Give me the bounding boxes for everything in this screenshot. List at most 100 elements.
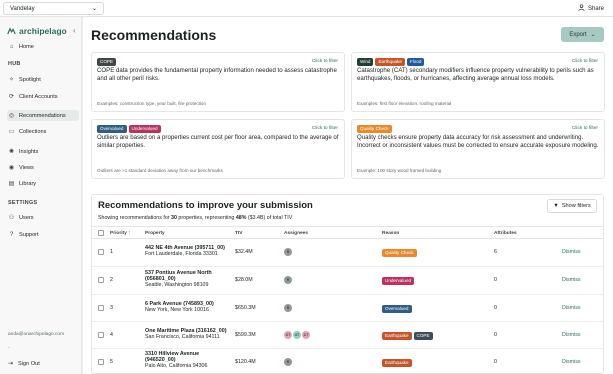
table-header: Priority ↑ Property TIV Assignees Reason… — [92, 226, 603, 239]
sort-arrow-icon: ↑ — [128, 231, 131, 236]
property-address: Palo Alto, California 94306 — [145, 363, 208, 369]
select-all-checkbox[interactable] — [98, 230, 104, 236]
show-filters-button[interactable]: ▼ Show filters — [547, 199, 597, 213]
property-address: Seattle, Washington 98109 — [145, 282, 209, 288]
property-address: New York, New York 10016 — [145, 307, 209, 313]
share-label: Share — [587, 5, 604, 12]
click-to-filter-link[interactable]: Click to filter — [572, 59, 598, 64]
table-row[interactable]: 2 537 Pontius Avenue North (056801_00) S… — [92, 267, 603, 295]
row-assignees[interactable]: R — [284, 304, 293, 312]
row-priority: 3 — [110, 305, 113, 311]
filter-icon: ▼ — [553, 203, 559, 209]
sidebar-item-spotlight[interactable]: ✧ Spotlight — [7, 74, 79, 85]
collapse-sidebar-icon[interactable]: ‹ — [73, 26, 76, 35]
click-to-filter-link[interactable]: Click to filter — [312, 59, 338, 64]
reason-tag-earthquake: Earthquake — [382, 359, 412, 367]
avatar: R — [284, 304, 292, 312]
column-property: Property — [145, 231, 165, 236]
row-checkbox[interactable] — [98, 277, 104, 283]
sidebar-item-support[interactable]: ? Support — [7, 229, 79, 240]
reason-tag-cope: COPE — [413, 332, 433, 340]
category-card-outliers[interactable]: Overvalued Undervalued Click to filter O… — [91, 119, 345, 179]
row-checkbox[interactable] — [98, 305, 104, 311]
property-name: 537 Pontius Avenue North (056801_00) — [145, 270, 212, 282]
row-tiv: $32.4M — [235, 249, 253, 255]
tag-flood: Flood — [406, 58, 425, 66]
card-description: Catastrophe (CAT) secondary modifiers in… — [357, 67, 594, 82]
row-checkbox[interactable] — [98, 359, 104, 365]
row-reasons: Earthquake COPE — [382, 332, 433, 340]
dismiss-button[interactable]: Dismiss — [562, 277, 581, 283]
logo-text: archipelago — [19, 26, 67, 36]
sidebar-item-library[interactable]: ▤ Library — [7, 178, 79, 189]
sidebar-item-home[interactable]: ⌂ Home — [7, 41, 79, 52]
dismiss-button[interactable]: Dismiss — [562, 359, 581, 365]
views-icon: ◉ — [8, 165, 15, 171]
share-button[interactable]: Share — [578, 4, 604, 13]
category-card-cope[interactable]: COPE Click to filter COPE data provides … — [91, 52, 345, 112]
collections-icon: ▭ — [8, 129, 15, 135]
dismiss-button[interactable]: Dismiss — [562, 332, 581, 338]
sidebar-item-label: Users — [19, 214, 34, 221]
reason-tag-undervalued: Undervalued — [382, 277, 415, 285]
sidebar-item-insights[interactable]: ✺ Insights — [7, 146, 79, 157]
row-priority: 1 — [110, 249, 113, 255]
share-user-icon — [578, 4, 585, 13]
workspace-select-value: Vandelay — [10, 5, 35, 12]
tag-overvalued: Overvalued — [97, 125, 127, 133]
recommendations-title: Recommendations to improve your submissi… — [98, 200, 313, 211]
table-row[interactable]: 3 6 Park Avenue (745893_00) New York, Ne… — [92, 295, 603, 322]
recommendations-panel: Recommendations to improve your submissi… — [91, 194, 604, 374]
chevron-down-icon: ⌄ — [91, 6, 97, 12]
row-assignees[interactable]: R — [284, 358, 293, 366]
summary-mid: properties, representing — [176, 215, 236, 221]
table-row[interactable]: 5 3310 Hillview Avenue (946520_00) Palo … — [92, 349, 603, 373]
sidebar-item-users[interactable]: ⚇ Users — [7, 212, 79, 223]
column-assignees: Assignees — [284, 231, 308, 236]
row-property[interactable]: 442 NE 4th Avenue (395711_00) Fort Laude… — [145, 245, 225, 257]
sidebar-item-views[interactable]: ◉ Views — [7, 162, 79, 173]
workspace-select[interactable]: Vandelay ⌄ — [3, 2, 104, 15]
avatar: DT — [284, 331, 292, 339]
card-example: Example: 100 story wood framed building — [357, 168, 442, 173]
row-reasons: Overvalued — [382, 305, 412, 313]
top-bar: Vandelay ⌄ Share — [0, 0, 613, 17]
column-priority[interactable]: Priority ↑ — [110, 231, 131, 236]
settings-section-title: SETTINGS — [8, 200, 38, 206]
row-property[interactable]: 6 Park Avenue (745893_00) New York, New … — [145, 301, 214, 313]
row-property[interactable]: One Maritime Plaza (316162_00) San Franc… — [145, 328, 227, 340]
dismiss-button[interactable]: Dismiss — [562, 249, 581, 255]
sidebar-item-label: Recommendations — [19, 112, 66, 119]
sidebar-item-label: Home — [19, 43, 34, 50]
row-assignees[interactable]: DT AT DT — [284, 331, 311, 339]
click-to-filter-link[interactable]: Click to filter — [572, 126, 598, 131]
category-card-quality-check[interactable]: Quality Check Click to filter Quality ch… — [351, 119, 605, 179]
row-reasons: Undervalued — [382, 277, 415, 285]
click-to-filter-link[interactable]: Click to filter — [312, 126, 338, 131]
row-checkbox[interactable] — [98, 249, 104, 255]
category-card-cat[interactable]: Wind Earthquake Flood Click to filter Ca… — [351, 52, 605, 112]
tag-wind: Wind — [357, 58, 374, 66]
sidebar-item-client-accounts[interactable]: ⟳ Client Accounts — [7, 91, 79, 102]
row-checkbox[interactable] — [98, 332, 104, 338]
row-assignees[interactable]: R — [284, 276, 293, 284]
separator: - — [8, 345, 10, 351]
sign-out-button[interactable]: ⇥ Sign Out — [7, 360, 40, 368]
dismiss-button[interactable]: Dismiss — [562, 305, 581, 311]
row-property[interactable]: 3310 Hillview Avenue (946520_00) Palo Al… — [145, 351, 215, 369]
export-button[interactable]: Export ⌄ — [561, 27, 604, 42]
sidebar-item-label: Client Accounts — [19, 93, 58, 100]
table-row[interactable]: 1 442 NE 4th Avenue (395711_00) Fort Lau… — [92, 239, 603, 267]
tag-undervalued: Undervalued — [128, 125, 161, 133]
sidebar-item-collections[interactable]: ▭ Collections — [7, 126, 79, 137]
row-assignees[interactable]: R — [284, 248, 293, 256]
row-attributes: 0 — [494, 332, 497, 338]
row-property[interactable]: 537 Pontius Avenue North (056801_00) Sea… — [145, 270, 225, 288]
table-row[interactable]: 4 One Maritime Plaza (316162_00) San Fra… — [92, 322, 603, 349]
user-email: anda@onarchipelago.com — [8, 332, 65, 337]
avatar: R — [284, 276, 292, 284]
sidebar-item-recommendations[interactable]: ◎ Recommendations — [7, 110, 79, 121]
tag-cope: COPE — [97, 58, 117, 66]
row-attributes: 0 — [494, 359, 497, 365]
spotlight-icon: ✧ — [8, 77, 15, 83]
